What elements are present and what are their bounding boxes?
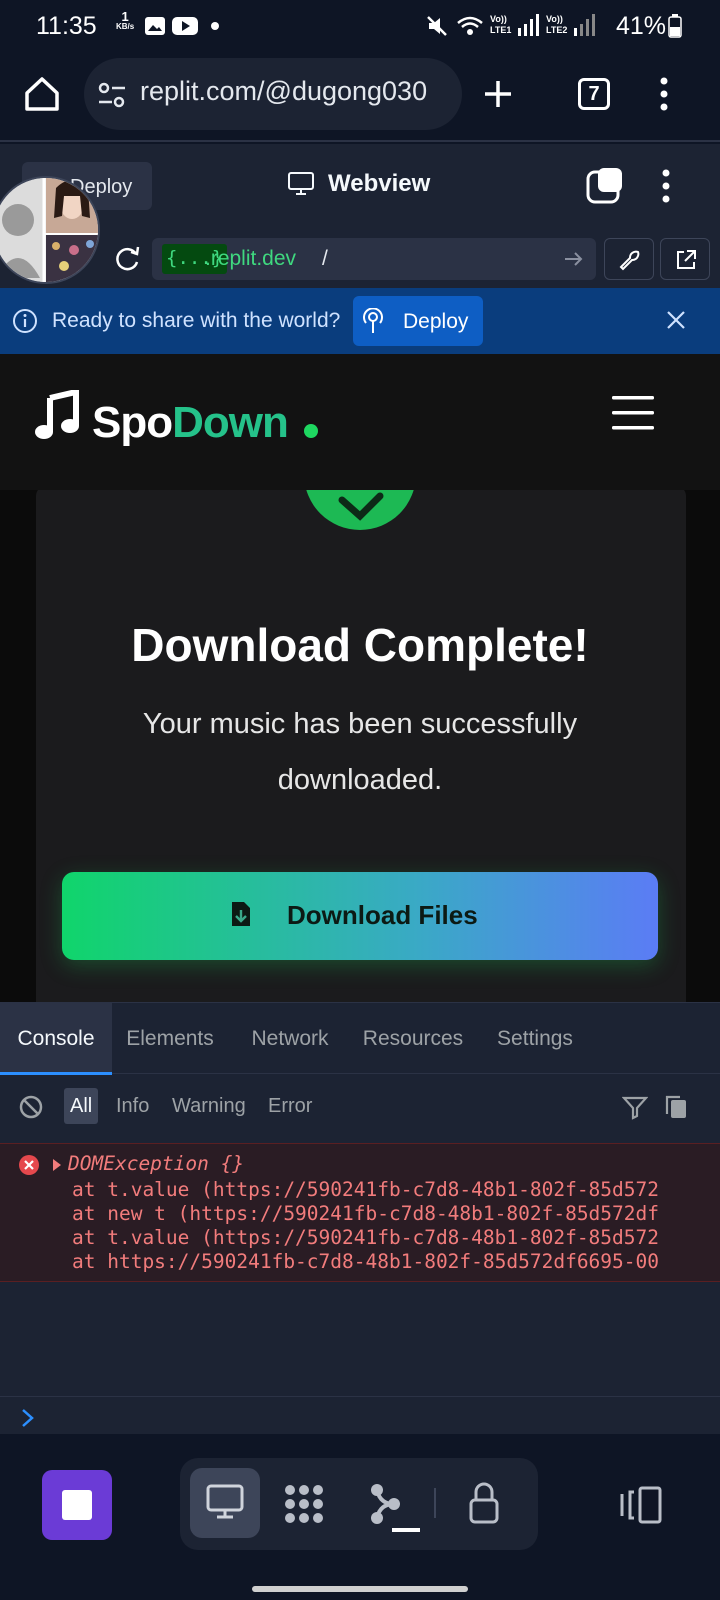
filter-error[interactable]: Error <box>264 1088 316 1124</box>
monitor-icon <box>206 1484 244 1519</box>
pane-switch-icon[interactable] <box>586 166 624 204</box>
home-icon[interactable] <box>22 74 62 114</box>
active-view-indicator <box>392 1528 420 1532</box>
address-domain: .replit.dev <box>205 247 297 270</box>
more-vertical-icon[interactable] <box>660 168 672 204</box>
check-mark-icon <box>338 492 384 521</box>
tab-network[interactable]: Network <box>234 1003 346 1075</box>
logo-dot <box>304 424 318 438</box>
replit-pane-header: Deploy Webview <box>0 144 720 230</box>
tab-resources[interactable]: Resources <box>350 1003 476 1075</box>
panel-layout-icon[interactable] <box>620 1486 664 1524</box>
tab-switcher-button[interactable]: 7 <box>578 78 610 110</box>
gallery-icon <box>145 17 165 35</box>
status-bar: 11:35 1 KB/s Vo)) LTE1 Vo)) LTE2 41% <box>0 0 720 52</box>
battery-icon <box>668 14 682 38</box>
address-path[interactable]: / <box>322 247 328 271</box>
clear-console-icon[interactable] <box>18 1094 44 1120</box>
view-switcher <box>180 1458 538 1550</box>
stack-trace-line: at t.value (https://590241fb-c7d8-48b1-8… <box>72 1226 659 1249</box>
new-tab-icon[interactable] <box>482 78 514 110</box>
copy-icon[interactable] <box>664 1094 688 1120</box>
hamburger-menu-icon[interactable] <box>612 396 654 430</box>
status-time: 11:35 <box>36 12 97 40</box>
signal-icon <box>518 14 539 36</box>
stack-trace-line: at https://590241fb-c7d8-48b1-802f-85d57… <box>72 1250 659 1273</box>
stop-button[interactable] <box>42 1470 112 1540</box>
notification-dot-icon <box>211 22 219 30</box>
site-settings-icon[interactable] <box>98 82 126 108</box>
download-files-button[interactable]: Download Files <box>62 872 658 960</box>
devtools-panel: Console Elements Network Resources Setti… <box>0 1002 720 1434</box>
deploy-icon <box>363 308 383 333</box>
webview-title: Webview <box>328 170 431 197</box>
more-vertical-icon[interactable] <box>658 76 670 112</box>
external-link-icon <box>677 250 696 269</box>
mute-icon <box>427 16 447 36</box>
tab-console[interactable]: Console <box>0 1003 112 1075</box>
network-speed: 1 KB/s <box>116 9 135 31</box>
git-branch-icon[interactable] <box>368 1482 402 1526</box>
music-note-icon <box>35 390 79 439</box>
open-new-window-button[interactable] <box>660 238 710 280</box>
url-text[interactable]: replit.com/@dugong030 <box>140 76 445 107</box>
logo-part-down: Down <box>172 398 289 447</box>
share-banner-text: Ready to share with the world? <box>52 309 341 332</box>
gesture-bar[interactable] <box>252 1586 468 1592</box>
sim2-label: Vo)) LTE2 <box>546 14 568 35</box>
sim1-label: Vo)) LTE1 <box>490 14 512 35</box>
filter-warning[interactable]: Warning <box>168 1088 250 1124</box>
stop-icon <box>62 1490 92 1520</box>
devtools-tabs: Console Elements Network Resources Setti… <box>0 1002 720 1075</box>
devtools-button[interactable] <box>604 238 654 280</box>
app-header: SpoDown <box>0 354 720 490</box>
webview-view-button[interactable] <box>190 1468 260 1538</box>
console-error-entry[interactable]: DOMException {} at t.value (https://5902… <box>0 1144 720 1282</box>
prompt-chevron-icon <box>22 1409 34 1427</box>
expand-arrow-icon[interactable] <box>52 1158 62 1172</box>
webview-url-row: {...} .replit.dev / <box>0 230 720 288</box>
go-arrow-icon[interactable] <box>564 250 584 268</box>
console-output-area <box>0 1282 720 1396</box>
tab-elements[interactable]: Elements <box>112 1003 228 1075</box>
youtube-icon <box>172 17 198 35</box>
tab-settings[interactable]: Settings <box>480 1003 590 1075</box>
wrench-icon <box>619 250 640 271</box>
monitor-icon <box>288 172 314 195</box>
app-content: Download Complete! Your music has been s… <box>0 490 720 1002</box>
filter-all[interactable]: All <box>64 1088 99 1124</box>
info-icon <box>13 309 37 333</box>
logo-part-spo: Spo <box>92 398 173 447</box>
console-filter-bar: All Info Warning Error <box>0 1074 720 1144</box>
divider <box>434 1488 436 1518</box>
log-message-title: DOMException {} <box>68 1152 245 1175</box>
share-banner: Ready to share with the world? Deploy <box>0 288 720 354</box>
lock-icon[interactable] <box>468 1480 500 1526</box>
error-icon <box>19 1155 39 1175</box>
success-check-icon <box>304 490 416 530</box>
filter-funnel-icon[interactable] <box>622 1096 648 1120</box>
battery-percent: 41% <box>616 12 667 40</box>
wifi-icon <box>457 16 483 35</box>
stack-trace-line: at new t (https://590241fb-c7d8-48b1-802… <box>72 1202 659 1225</box>
replit-bottom-bar <box>0 1434 720 1600</box>
apps-grid-icon[interactable] <box>282 1482 326 1526</box>
signal-icon <box>574 14 595 36</box>
console-input[interactable] <box>0 1396 720 1436</box>
page-title: Download Complete! <box>131 619 589 671</box>
stack-trace-line: at t.value (https://590241fb-c7d8-48b1-8… <box>72 1178 659 1201</box>
page-subtitle: Your music has been successfully downloa… <box>142 708 578 796</box>
browser-toolbar: replit.com/@dugong030 7 <box>0 52 720 142</box>
download-files-label: Download Files <box>287 900 478 930</box>
filter-info[interactable]: Info <box>112 1088 153 1124</box>
refresh-icon[interactable] <box>112 244 142 274</box>
file-download-icon <box>232 902 250 926</box>
app-logo[interactable]: SpoDown <box>92 398 289 448</box>
close-icon[interactable] <box>664 308 688 332</box>
